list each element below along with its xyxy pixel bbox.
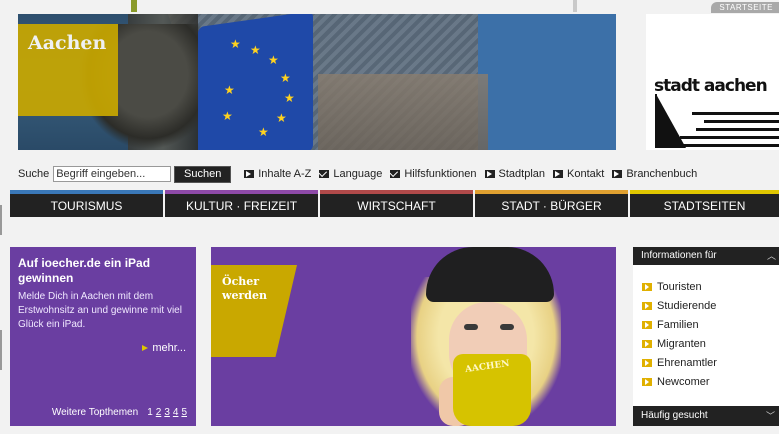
sidebar-item-label: Touristen — [657, 280, 702, 293]
bullet-arrow-icon — [642, 339, 652, 348]
nav-stadt-buerger[interactable]: STADT · BÜRGER — [475, 190, 628, 217]
sidebar-header[interactable]: Informationen für ︿ — [633, 247, 779, 265]
sidebar-item-newcomer[interactable]: Newcomer — [642, 372, 779, 391]
more-label: mehr... — [152, 342, 186, 354]
quicklink-label: Branchenbuch — [626, 168, 698, 180]
site-logo[interactable]: stadt aachen — [646, 14, 779, 150]
quicklink-label: Stadtplan — [498, 168, 545, 180]
more-link[interactable]: mehr... — [140, 342, 186, 354]
hat-graphic — [426, 247, 554, 302]
ribbon-line-2: werden — [222, 289, 267, 302]
pager-page-3[interactable]: 3 — [164, 407, 170, 418]
edge-marker — [0, 330, 2, 370]
nav-tourismus[interactable]: TOURISMUS — [10, 190, 163, 217]
quicklink-label: Kontakt — [567, 168, 605, 180]
bullet-arrow-icon — [642, 320, 652, 329]
logo-graphic — [655, 94, 779, 148]
quicklink-label: Inhalte A-Z — [258, 168, 312, 180]
flag-star-icon: ★ — [268, 53, 279, 67]
promo-title[interactable]: Auf ioecher.de ein iPad gewinnen — [18, 256, 188, 286]
eye-graphic — [500, 324, 514, 330]
chevron-down-icon: ﹀ — [765, 411, 775, 421]
sidebar-item-label: Familien — [657, 318, 699, 331]
sidebar-item-migranten[interactable]: Migranten — [642, 334, 779, 353]
pager-page-4[interactable]: 4 — [173, 407, 179, 418]
arrow-icon — [612, 170, 623, 178]
bullet-arrow-icon — [642, 358, 652, 367]
bullet-arrow-icon — [642, 301, 652, 310]
pager-page-1[interactable]: 1 — [147, 407, 153, 418]
teaser-ribbon: Öcher werden — [211, 265, 297, 357]
pager-label: Weitere Topthemen — [51, 407, 139, 418]
quicklink-inhalte[interactable]: Inhalte A-Z — [244, 168, 311, 180]
arrow-icon — [244, 170, 255, 178]
flag-star-icon: ★ — [276, 111, 287, 125]
startseite-link[interactable]: STARTSEITE — [711, 2, 779, 13]
flag-star-icon: ★ — [258, 125, 269, 139]
flag-star-icon: ★ — [224, 83, 235, 97]
chevron-up-icon: ︿ — [766, 251, 776, 261]
search-bar: Suche Suchen Inhalte A-Z Language Hilfsf… — [18, 164, 697, 184]
quicklink-kontakt[interactable]: Kontakt — [553, 168, 604, 180]
sidebar-item-touristen[interactable]: Touristen — [642, 277, 779, 296]
sidebar-item-label: Migranten — [657, 337, 706, 350]
cup-graphic: AACHEN — [453, 354, 531, 426]
flag-star-icon: ★ — [222, 109, 233, 123]
sidebar-header-label: Informationen für — [641, 250, 717, 261]
nav-kultur-freizeit[interactable]: KULTUR · FREIZEIT — [165, 190, 318, 217]
flag-star-icon: ★ — [230, 37, 241, 51]
teaser-image[interactable]: Öcher werden AACHEN — [211, 247, 616, 426]
pager-page-2[interactable]: 2 — [156, 407, 162, 418]
sidebar-header-2[interactable]: Häufig gesucht ﹀ — [633, 406, 779, 426]
quicklink-hilfsfunktionen[interactable]: Hilfsfunktionen — [390, 168, 477, 180]
mail-icon — [319, 170, 330, 178]
bullet-arrow-icon — [642, 377, 652, 386]
sidebar-item-label: Ehrenamtler — [657, 356, 717, 369]
topthemen-pager: Weitere Topthemen 1 2 3 4 5 — [52, 407, 187, 418]
mail-icon — [390, 170, 401, 178]
promo-text: Melde Dich in Aachen mit dem Erstwohnsit… — [18, 291, 182, 330]
eye-graphic — [464, 324, 478, 330]
sidebar-item-familien[interactable]: Familien — [642, 315, 779, 334]
sidebar-item-label: Newcomer — [657, 375, 710, 388]
nav-stadtseiten[interactable]: STADTSEITEN — [630, 190, 779, 217]
sidebar-header-2-label: Häufig gesucht — [641, 410, 708, 421]
search-label: Suche — [18, 168, 50, 180]
search-button[interactable]: Suchen — [174, 165, 232, 183]
sidebar-item-label: Studierende — [657, 299, 717, 312]
stone-graphic — [318, 74, 488, 150]
city-tab: Aachen — [18, 24, 118, 116]
sidebar-item-ehrenamtler[interactable]: Ehrenamtler — [642, 353, 779, 372]
flag-star-icon: ★ — [280, 71, 291, 85]
sky-graphic — [478, 14, 616, 150]
nav-wirtschaft[interactable]: WIRTSCHAFT — [320, 190, 473, 217]
arrow-icon — [140, 344, 149, 353]
quicklink-language[interactable]: Language — [319, 168, 382, 180]
main-nav: TOURISMUS KULTUR · FREIZEIT WIRTSCHAFT S… — [10, 190, 779, 217]
quicklink-branchenbuch[interactable]: Branchenbuch — [612, 168, 697, 180]
pager-page-5[interactable]: 5 — [181, 407, 187, 418]
quicklink-label: Hilfsfunktionen — [404, 168, 477, 180]
flag-star-icon: ★ — [284, 91, 295, 105]
promo-box[interactable]: Auf ioecher.de ein iPad gewinnen Melde D… — [10, 247, 196, 426]
eu-flag-graphic — [198, 14, 313, 150]
top-strip — [0, 0, 779, 12]
arrow-icon — [484, 170, 495, 178]
sidebar-list: Touristen Studierende Familien Migranten… — [633, 277, 779, 391]
top-accent — [131, 0, 137, 12]
city-label: Aachen — [28, 32, 107, 54]
quicklink-stadtplan[interactable]: Stadtplan — [484, 168, 545, 180]
top-separator — [573, 0, 577, 12]
cup-text: AACHEN — [464, 358, 511, 376]
arrow-icon — [553, 170, 563, 178]
quicklink-label: Language — [333, 168, 383, 180]
sidebar-item-studierende[interactable]: Studierende — [642, 296, 779, 315]
bullet-arrow-icon — [642, 282, 652, 291]
ribbon-line-1: Öcher — [222, 275, 260, 288]
search-input[interactable] — [53, 166, 172, 182]
sidebar: Informationen für ︿ Touristen Studierend… — [633, 247, 779, 426]
flag-star-icon: ★ — [250, 43, 261, 57]
edge-marker — [0, 205, 2, 235]
